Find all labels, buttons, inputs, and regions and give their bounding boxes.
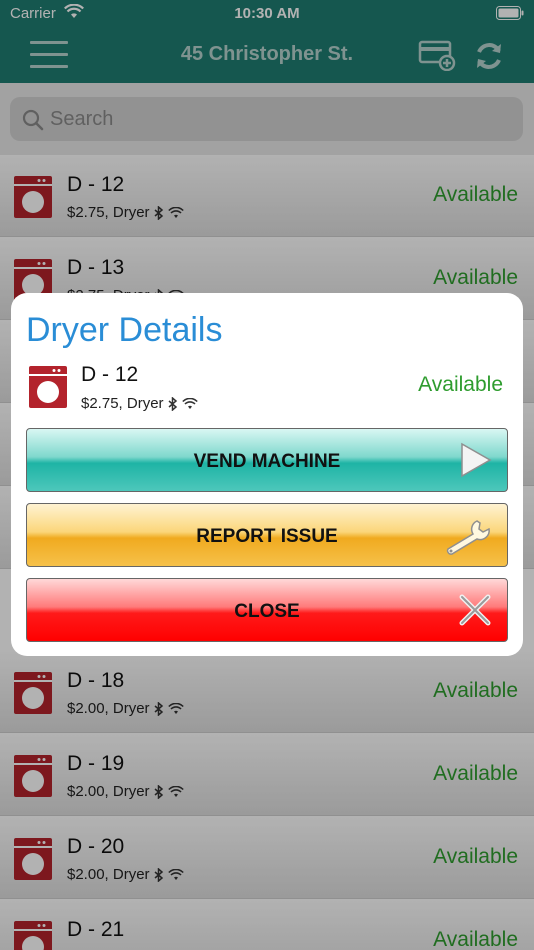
dryer-icon: [29, 366, 67, 408]
vend-machine-label: VEND MACHINE: [193, 451, 341, 472]
modal-machine-status: Available: [418, 373, 503, 396]
modal-machine-price: $2.75, Dryer: [81, 395, 198, 412]
close-label: CLOSE: [234, 601, 300, 622]
report-issue-label: REPORT ISSUE: [196, 526, 338, 547]
modal-title: Dryer Details: [26, 311, 223, 349]
bluetooth-icon: [168, 396, 177, 411]
play-icon: [461, 442, 492, 478]
vend-machine-button[interactable]: VEND MACHINE: [26, 428, 508, 492]
close-button[interactable]: CLOSE: [26, 578, 508, 642]
report-issue-button[interactable]: REPORT ISSUE: [26, 503, 508, 567]
dryer-details-modal: Dryer Details D - 12 $2.75, Dryer Availa…: [11, 293, 523, 656]
close-icon: [459, 594, 491, 626]
wrench-icon: [446, 520, 490, 555]
wifi-icon: [181, 397, 198, 409]
modal-machine-name: D - 12: [81, 363, 139, 386]
